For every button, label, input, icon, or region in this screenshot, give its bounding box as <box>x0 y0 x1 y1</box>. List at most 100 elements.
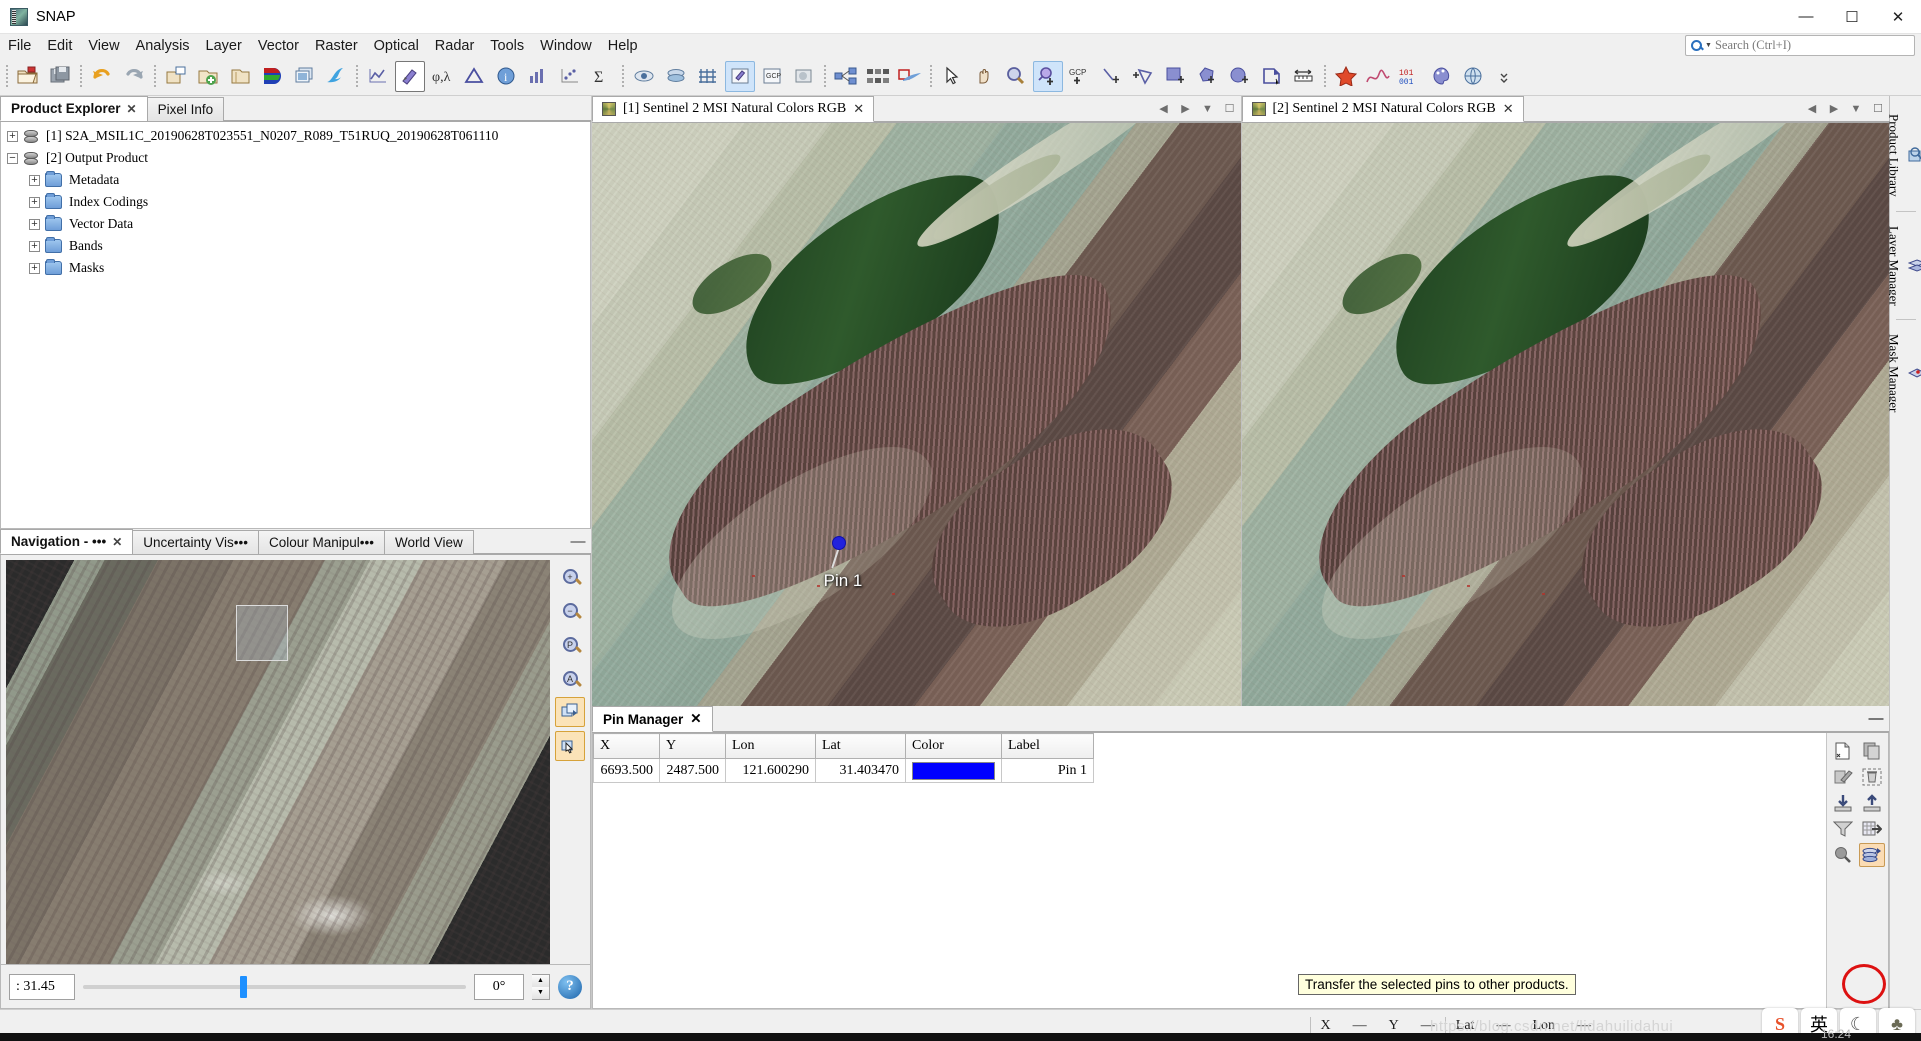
palette-icon[interactable] <box>1427 61 1457 92</box>
tree-row-index-codings[interactable]: + Index Codings <box>1 191 590 213</box>
zoom-to-pin-icon[interactable] <box>1830 843 1856 867</box>
menu-analysis[interactable]: Analysis <box>128 36 198 56</box>
menu-edit[interactable]: Edit <box>39 36 80 56</box>
rectangle-tool-icon[interactable] <box>1161 61 1191 92</box>
transfer-pins-icon[interactable] <box>1858 843 1885 867</box>
statistics-icon[interactable]: Σ <box>587 61 617 92</box>
save-product-icon[interactable] <box>45 61 75 92</box>
expand-icon[interactable]: + <box>7 130 18 142</box>
search-input[interactable]: ▼ Search (Ctrl+I) <box>1685 35 1915 56</box>
binary-icon[interactable]: 101 001 <box>1395 61 1425 92</box>
menu-raster[interactable]: Raster <box>307 36 366 56</box>
zoom-all-icon[interactable]: A <box>555 663 585 693</box>
help-icon[interactable]: ? <box>558 974 582 999</box>
close-icon[interactable]: ✕ <box>690 711 701 727</box>
close-icon[interactable]: ✕ <box>112 535 122 549</box>
tree-row-bands[interactable]: + Bands <box>1 235 590 257</box>
close-icon[interactable]: ✕ <box>1503 101 1514 117</box>
tree-row-product-2[interactable]: − [2] Output Product <box>1 147 590 169</box>
star-icon[interactable] <box>1331 61 1361 92</box>
no-data-icon[interactable] <box>789 61 819 92</box>
scroll-right-icon[interactable]: ▶ <box>1174 96 1197 122</box>
tab-image-view-1[interactable]: [1] Sentinel 2 MSI Natural Colors RGB ✕ <box>592 96 875 122</box>
menu-file[interactable]: File <box>0 36 39 56</box>
chevron-down-icon[interactable]: ▼ <box>1705 42 1712 49</box>
colour-manipulation-icon[interactable] <box>257 61 287 92</box>
expand-icon[interactable]: + <box>29 196 40 208</box>
information-icon[interactable]: i <box>491 61 521 92</box>
menu-view[interactable]: View <box>80 36 127 56</box>
cell-y[interactable]: 2487.500 <box>659 758 726 783</box>
maximize-button[interactable]: ☐ <box>1829 0 1875 33</box>
export-pins-icon[interactable] <box>1859 791 1885 815</box>
tab-uncertainty-visualisation[interactable]: Uncertainty Vis••• <box>132 530 259 554</box>
tab-image-view-2[interactable]: [2] Sentinel 2 MSI Natural Colors RGB ✕ <box>1241 96 1524 122</box>
color-swatch[interactable] <box>912 761 995 780</box>
scroll-left-icon[interactable]: ◀ <box>1152 96 1175 122</box>
phi-lambda-icon[interactable]: φ,λ <box>427 61 457 92</box>
polyline-tool-icon[interactable] <box>1129 61 1159 92</box>
tab-pin-manager[interactable]: Pin Manager ✕ <box>592 706 713 732</box>
column-header-lat[interactable]: Lat <box>815 733 906 759</box>
menu-optical[interactable]: Optical <box>366 36 427 56</box>
satellite-image-canvas-2[interactable] <box>1241 123 1889 706</box>
collapse-icon[interactable]: − <box>7 152 18 164</box>
filter-columns-icon[interactable] <box>1830 817 1856 841</box>
minimize-button[interactable]: — <box>1783 0 1829 33</box>
tree-row-vector-data[interactable]: + Vector Data <box>1 213 590 235</box>
scroll-left-icon[interactable]: ◀ <box>1801 96 1823 122</box>
close-icon[interactable]: ✕ <box>127 102 137 116</box>
zoom-slider[interactable] <box>83 974 466 1000</box>
close-icon[interactable]: ✕ <box>853 101 864 117</box>
zoom-to-pixel-resolution-icon[interactable]: P <box>555 629 585 659</box>
gcp-manager-icon[interactable]: GCP <box>757 61 787 92</box>
rotation-input[interactable]: 0° <box>474 973 524 1000</box>
satellite-image-canvas-1[interactable]: Pin 1 <box>592 123 1241 706</box>
tab-pixel-info[interactable]: Pixel Info <box>146 97 225 121</box>
copy-pin-icon[interactable] <box>1859 739 1885 763</box>
pin-placing-icon[interactable] <box>395 60 425 92</box>
cell-lon[interactable]: 121.600290 <box>725 758 816 783</box>
spectrum-view-icon[interactable] <box>1363 61 1393 92</box>
graph-builder-icon[interactable] <box>831 61 861 92</box>
tree-row-product-1[interactable]: + [1] S2A_MSIL1C_20190628T023551_N0207_R… <box>1 125 590 147</box>
cell-lat[interactable]: 31.403470 <box>815 758 906 783</box>
maximize-view-icon[interactable]: ☐ <box>1218 96 1241 122</box>
layer-manager-icon[interactable] <box>661 61 691 92</box>
product-explorer-tree[interactable]: + [1] S2A_MSIL1C_20190628T023551_N0207_R… <box>0 122 591 529</box>
new-pin-icon[interactable] <box>1830 739 1856 763</box>
tree-row-masks[interactable]: + Masks <box>1 257 590 279</box>
navigation-thumbnail[interactable] <box>6 560 550 964</box>
open-product-icon[interactable] <box>13 61 43 92</box>
zoom-out-icon[interactable]: − <box>555 595 585 625</box>
rotation-spinner[interactable]: ▲ ▼ <box>532 973 550 1000</box>
menu-radar[interactable]: Radar <box>427 36 483 56</box>
expand-icon[interactable]: + <box>29 262 40 274</box>
line-tool-icon[interactable] <box>1097 61 1127 92</box>
wave-icon[interactable] <box>321 61 351 92</box>
tab-navigation[interactable]: Navigation - ••• ✕ <box>0 529 134 554</box>
delete-pin-icon[interactable] <box>1859 765 1885 789</box>
polygon-tool-icon[interactable] <box>1193 61 1223 92</box>
pin-head[interactable] <box>832 536 846 550</box>
gcp-tool-icon[interactable]: GCP <box>1065 61 1095 92</box>
magic-wand-icon[interactable] <box>1257 61 1287 92</box>
menu-vector[interactable]: Vector <box>250 36 307 56</box>
tile-windows-icon[interactable] <box>289 61 319 92</box>
column-header-label[interactable]: Label <box>1001 733 1094 759</box>
mask-manager-icon[interactable] <box>629 61 659 92</box>
sync-views-icon[interactable] <box>555 697 585 727</box>
pin-manager-minimize-button[interactable]: — <box>1863 706 1889 732</box>
expand-icon[interactable]: + <box>29 240 40 252</box>
menu-window[interactable]: Window <box>532 36 600 56</box>
column-header-lon[interactable]: Lon <box>725 733 816 759</box>
selection-tool-icon[interactable] <box>937 61 967 92</box>
profile-plot-icon[interactable] <box>363 61 393 92</box>
sidebar-item-layer-manager[interactable]: Layer Manager <box>1886 220 1921 312</box>
open-rgb-image-window-icon[interactable] <box>161 61 191 92</box>
spinner-up-icon[interactable]: ▲ <box>532 974 549 987</box>
import-pins-icon[interactable] <box>1830 791 1856 815</box>
scroll-right-icon[interactable]: ▶ <box>1823 96 1845 122</box>
menu-help[interactable]: Help <box>600 36 646 56</box>
cell-x[interactable]: 6693.500 <box>593 758 660 783</box>
